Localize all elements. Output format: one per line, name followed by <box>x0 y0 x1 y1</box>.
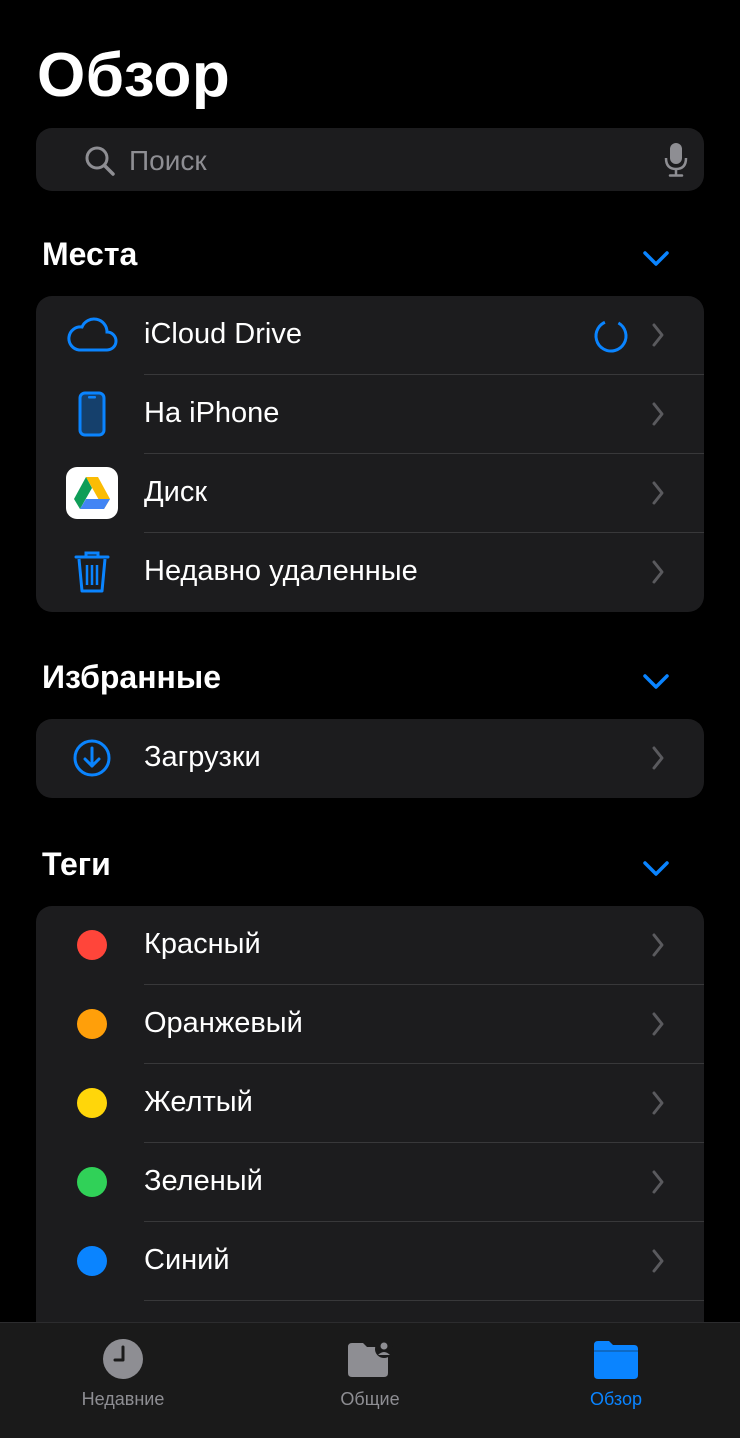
list-item-tag-green[interactable]: Зеленый <box>36 1143 704 1222</box>
section-title-favorites: Избранные <box>42 659 221 695</box>
cloud-icon <box>67 317 118 352</box>
list-item-label: На iPhone <box>144 397 280 429</box>
google-drive-icon <box>66 467 118 519</box>
list-item-label: Зеленый <box>144 1165 263 1197</box>
chevron-down-icon[interactable] <box>642 860 670 878</box>
chevron-right-icon <box>652 560 664 584</box>
list-item-tag-orange[interactable]: Оранжевый <box>36 985 704 1064</box>
section-title-tags: Теги <box>42 846 111 882</box>
chevron-right-icon <box>652 323 664 347</box>
places-list: iCloud Drive На iPhone Диск Недавно удал… <box>36 296 704 612</box>
list-item-label: Диск <box>144 476 208 508</box>
list-item-icloud-drive[interactable]: iCloud Drive <box>36 296 704 375</box>
list-item-label: Недавно удаленные <box>144 555 418 587</box>
list-item-label: Оранжевый <box>144 1007 303 1039</box>
list-item-on-iphone[interactable]: На iPhone <box>36 375 704 454</box>
tag-color-dot <box>77 1009 107 1039</box>
shared-folder-icon <box>348 1340 393 1377</box>
tab-label: Недавние <box>81 1389 165 1409</box>
list-item-label: Синий <box>144 1244 230 1276</box>
tab-label: Общие <box>340 1389 400 1409</box>
chevron-right-icon <box>652 1012 664 1036</box>
chevron-right-icon <box>652 1091 664 1115</box>
download-icon <box>73 739 111 777</box>
search-icon <box>85 146 115 176</box>
chevron-right-icon <box>652 1170 664 1194</box>
chevron-right-icon <box>652 1249 664 1273</box>
search-field[interactable]: Поиск <box>36 128 704 191</box>
list-item-downloads[interactable]: Загрузки <box>36 719 704 798</box>
page-title: Обзор <box>37 41 231 110</box>
tab-bar: Недавние Общие Обзор <box>0 1322 740 1438</box>
tag-color-dot <box>77 930 107 960</box>
search-placeholder: Поиск <box>129 145 207 176</box>
microphone-icon[interactable] <box>664 143 688 177</box>
clock-icon <box>103 1339 143 1379</box>
tab-browse[interactable]: Обзор <box>516 1323 716 1438</box>
list-item-recently-deleted[interactable]: Недавно удаленные <box>36 533 704 612</box>
tab-shared[interactable]: Общие <box>270 1323 470 1438</box>
tab-label: Обзор <box>590 1389 642 1409</box>
list-item-tag-yellow[interactable]: Желтый <box>36 1064 704 1143</box>
tab-recents[interactable]: Недавние <box>23 1323 223 1438</box>
favorites-list: Загрузки <box>36 719 704 798</box>
tags-list: Красный Оранжевый Желтый Зеленый Синий <box>36 906 704 1346</box>
list-item-label: Желтый <box>144 1086 253 1118</box>
chevron-right-icon <box>652 746 664 770</box>
trash-icon <box>74 551 110 593</box>
list-item-google-drive[interactable]: Диск <box>36 454 704 533</box>
tag-color-dot <box>77 1167 107 1197</box>
tag-color-dot <box>77 1246 107 1276</box>
list-item-tag-blue[interactable]: Синий <box>36 1222 704 1301</box>
list-item-label: Загрузки <box>144 741 261 773</box>
chevron-right-icon <box>652 402 664 426</box>
files-browse-screen: Обзор Поиск Места iCloud Drive На iPhone… <box>0 0 740 1438</box>
separator <box>144 1300 704 1301</box>
iphone-icon <box>78 391 106 437</box>
section-title-places: Места <box>42 236 138 272</box>
list-item-label: iCloud Drive <box>144 318 302 350</box>
sync-progress-icon <box>594 319 628 353</box>
chevron-right-icon <box>652 481 664 505</box>
tag-color-dot <box>77 1088 107 1118</box>
list-item-tag-red[interactable]: Красный <box>36 906 704 985</box>
chevron-right-icon <box>652 933 664 957</box>
list-item-label: Красный <box>144 928 261 960</box>
chevron-down-icon[interactable] <box>642 673 670 691</box>
chevron-down-icon[interactable] <box>642 250 670 268</box>
folder-icon <box>594 1341 638 1379</box>
